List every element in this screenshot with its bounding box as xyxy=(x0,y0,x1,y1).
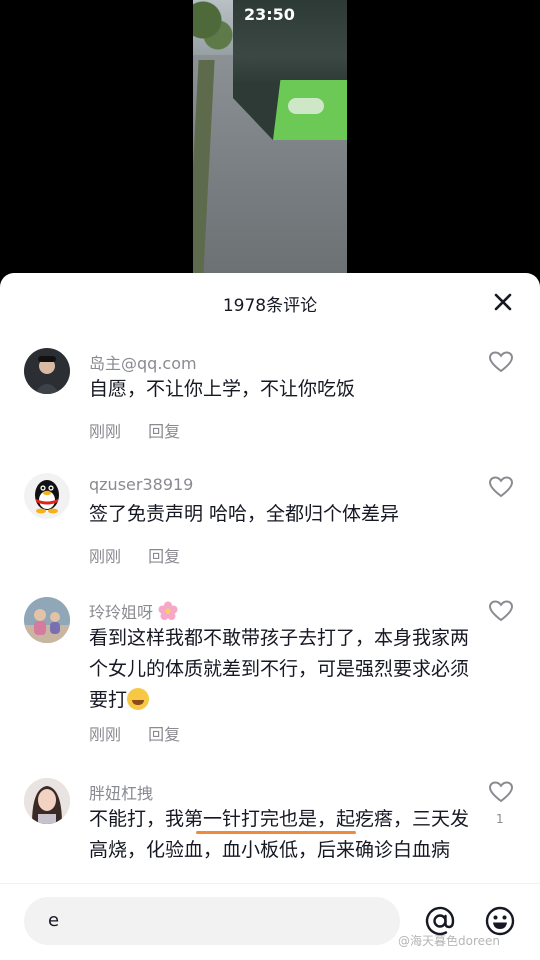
comment-meta: 刚刚 回复 xyxy=(89,543,202,567)
tree-image xyxy=(193,0,233,60)
video-area: 23:50 xyxy=(0,0,540,275)
avatar[interactable] xyxy=(24,348,70,394)
reply-button[interactable]: 回复 xyxy=(148,422,180,441)
comment-time: 刚刚 xyxy=(89,547,122,566)
comment-time: 刚刚 xyxy=(89,422,122,441)
comment-username[interactable]: 胖妞杠拽 xyxy=(89,780,153,804)
sheet-header: 1978条评论 xyxy=(0,273,540,329)
video-frame xyxy=(193,0,347,275)
comments-sheet: 1978条评论 岛主@qq.com 自愿，不让你上学，不让你吃饭 刚刚 回复 q… xyxy=(0,273,540,960)
avatar[interactable] xyxy=(24,778,70,824)
comment-username-text: 玲玲姐呀 xyxy=(89,603,154,622)
comment-time: 刚刚 xyxy=(89,725,122,744)
like-button[interactable] xyxy=(488,350,514,376)
close-button[interactable] xyxy=(490,289,516,315)
comment-count-title: 1978条评论 xyxy=(222,296,318,316)
heart-outline-icon xyxy=(488,600,514,622)
heart-outline-icon xyxy=(488,476,514,498)
avatar[interactable] xyxy=(24,473,70,519)
cherry-blossom-icon xyxy=(158,601,178,620)
like-button[interactable] xyxy=(488,780,514,806)
comment-text: 看到这样我都不敢带孩子去打了，本身我家两个女儿的体质就差到不行，可是强烈要求必须… xyxy=(89,623,474,716)
comment-text: 不能打，我第一针打完也是，起疙瘩，三天发高烧，化验血，血小板低，后来确诊白血病 xyxy=(89,808,470,861)
comment-username[interactable]: 岛主@qq.com xyxy=(89,350,197,374)
watermark: @海天暮色doreen xyxy=(398,934,501,948)
crying-laughing-emoji-icon xyxy=(127,688,150,710)
like-count: 1 xyxy=(496,812,504,826)
comment-meta: 刚刚 回复 xyxy=(89,721,202,745)
comment-username[interactable]: qzuser38919 xyxy=(89,475,193,494)
avatar[interactable] xyxy=(24,597,70,643)
comment-input[interactable]: e xyxy=(24,897,400,945)
comment-text: 签了免责声明 哈哈，全都归个体差异 xyxy=(89,503,400,525)
comment-username[interactable]: 玲玲姐呀 xyxy=(89,599,178,623)
heart-outline-icon xyxy=(488,781,514,803)
like-button[interactable] xyxy=(488,599,514,625)
heart-outline-icon xyxy=(488,351,514,373)
comment-meta: 刚刚 回复 xyxy=(89,418,202,442)
close-icon xyxy=(494,293,512,311)
highlight-underline xyxy=(196,831,356,834)
bus-headlight-image xyxy=(288,98,324,114)
reply-button[interactable]: 回复 xyxy=(148,547,180,566)
reply-button[interactable]: 回复 xyxy=(148,725,180,744)
like-button[interactable] xyxy=(488,475,514,501)
status-time: 23:50 xyxy=(244,5,295,24)
comment-text: 自愿，不让你上学，不让你吃饭 xyxy=(89,378,356,400)
